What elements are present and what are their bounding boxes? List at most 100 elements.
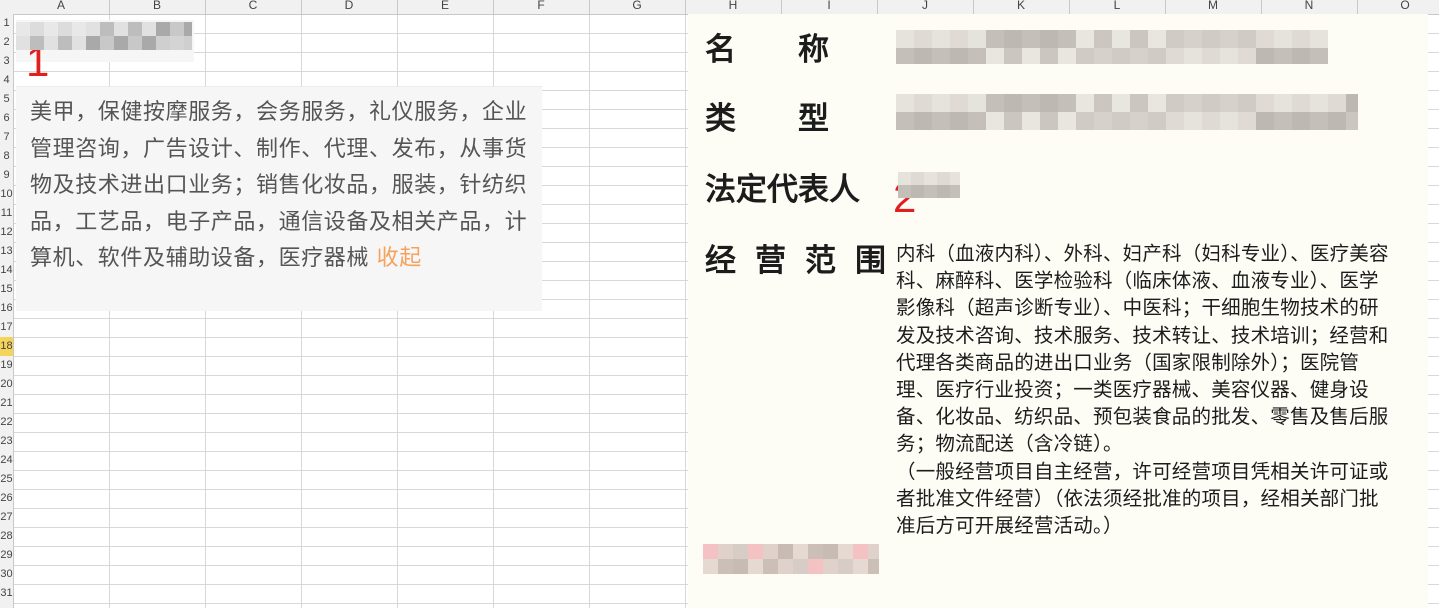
- mosaic-pixel: [1256, 112, 1274, 130]
- row-header-6[interactable]: 6: [0, 109, 13, 128]
- row-header-26[interactable]: 26: [0, 489, 13, 508]
- column-header-k[interactable]: K: [973, 0, 1069, 12]
- row-header-17[interactable]: 17: [0, 318, 13, 337]
- mosaic-pixel: [1346, 94, 1358, 112]
- row-header-10[interactable]: 10: [0, 185, 13, 204]
- mosaic-pixel: [1130, 48, 1148, 64]
- column-header-c[interactable]: C: [205, 0, 301, 12]
- row-header-15[interactable]: 15: [0, 280, 13, 299]
- mosaic-pixel: [868, 544, 879, 559]
- row-header-1[interactable]: 1: [0, 14, 13, 33]
- column-header-l[interactable]: L: [1069, 0, 1165, 12]
- label-business-scope: 经营范围: [705, 243, 905, 279]
- column-header-i[interactable]: I: [781, 0, 877, 12]
- business-scope-text: 美甲，保健按摩服务，会务服务，礼仪服务，企业管理咨询，广告设计、制作、代理、发布…: [30, 100, 528, 272]
- row-header-25[interactable]: 25: [0, 470, 13, 489]
- row-header-13[interactable]: 13: [0, 242, 13, 261]
- mosaic-pixel: [156, 36, 170, 50]
- mosaic-pixel: [1328, 112, 1346, 130]
- column-header-g[interactable]: G: [589, 0, 685, 12]
- row-header-20[interactable]: 20: [0, 375, 13, 394]
- column-header-b[interactable]: B: [109, 0, 205, 12]
- row-header-21[interactable]: 21: [0, 394, 13, 413]
- mosaic-pixel: [1310, 30, 1328, 48]
- mosaic-pixel: [733, 559, 748, 574]
- mosaic-pixel: [1238, 94, 1256, 112]
- mosaic-pixel: [914, 112, 932, 130]
- column-header-j[interactable]: J: [877, 0, 973, 12]
- mosaic-pixel: [1256, 48, 1274, 64]
- column-header-o[interactable]: O: [1357, 0, 1439, 12]
- mosaic-pixel: [1022, 94, 1040, 112]
- mosaic-pixel: [1184, 112, 1202, 130]
- mosaic-pixel: [778, 559, 793, 574]
- mosaic-pixel: [950, 172, 960, 185]
- row-header-30[interactable]: 30: [0, 565, 13, 584]
- row-header-31[interactable]: 31: [0, 584, 13, 603]
- mosaic-pixel: [1112, 30, 1130, 48]
- row-header-28[interactable]: 28: [0, 527, 13, 546]
- mosaic-pixel: [748, 544, 763, 559]
- row-header-19[interactable]: 19: [0, 356, 13, 375]
- mosaic-pixel: [950, 30, 968, 48]
- row-header-27[interactable]: 27: [0, 508, 13, 527]
- row-header-2[interactable]: 2: [0, 33, 13, 52]
- mosaic-pixel: [823, 559, 838, 574]
- mosaic-pixel: [898, 185, 911, 198]
- mosaic-pixel: [896, 48, 914, 64]
- mosaic-pixel: [1004, 112, 1022, 130]
- mosaic-pixel: [1166, 48, 1184, 64]
- mosaic-pixel: [1220, 112, 1238, 130]
- mosaic-pixel: [911, 172, 924, 185]
- mosaic-pixel: [72, 36, 86, 50]
- row-header-14[interactable]: 14: [0, 261, 13, 280]
- row-header-29[interactable]: 29: [0, 546, 13, 565]
- row-header-5[interactable]: 5: [0, 90, 13, 109]
- mosaic-pixel: [114, 22, 128, 36]
- mosaic-pixel: [950, 185, 960, 198]
- mosaic-pixel: [1310, 48, 1328, 64]
- row-header-16[interactable]: 16: [0, 299, 13, 318]
- column-header-a[interactable]: A: [13, 0, 109, 12]
- row-header-23[interactable]: 23: [0, 432, 13, 451]
- column-header-n[interactable]: N: [1261, 0, 1357, 12]
- mosaic-pixel: [1346, 112, 1358, 130]
- mosaic-pixel: [1166, 112, 1184, 130]
- mosaic-pixel: [733, 544, 748, 559]
- mosaic-pixel: [170, 36, 184, 50]
- row-header-22[interactable]: 22: [0, 413, 13, 432]
- row-header-11[interactable]: 11: [0, 204, 13, 223]
- mosaic-pixel: [44, 22, 58, 36]
- mosaic-pixel: [1166, 30, 1184, 48]
- mosaic-pixel: [914, 30, 932, 48]
- mosaic-pixel: [968, 94, 986, 112]
- column-header-d[interactable]: D: [301, 0, 397, 12]
- mosaic-pixel: [703, 544, 718, 559]
- mosaic-pixel: [30, 36, 44, 50]
- mosaic-pixel: [950, 112, 968, 130]
- mosaic-pixel: [718, 544, 733, 559]
- column-header-f[interactable]: F: [493, 0, 589, 12]
- mosaic-pixel: [1022, 112, 1040, 130]
- mosaic-pixel: [1292, 48, 1310, 64]
- collapse-link[interactable]: 收起: [377, 246, 422, 271]
- mosaic-pixel: [16, 36, 30, 50]
- label-legal-representative: 法定代表人: [705, 172, 860, 208]
- row-header-7[interactable]: 7: [0, 128, 13, 147]
- mosaic-pixel: [170, 22, 184, 36]
- column-header-h[interactable]: H: [685, 0, 781, 12]
- row-header-12[interactable]: 12: [0, 223, 13, 242]
- column-header-m[interactable]: M: [1165, 0, 1261, 12]
- column-header-e[interactable]: E: [397, 0, 493, 12]
- mosaic-pixel: [703, 559, 718, 574]
- row-header-4[interactable]: 4: [0, 71, 13, 90]
- row-header-9[interactable]: 9: [0, 166, 13, 185]
- row-header-8[interactable]: 8: [0, 147, 13, 166]
- mosaic-pixel: [968, 30, 986, 48]
- row-header-18[interactable]: 18: [0, 337, 13, 356]
- mosaic-pixel: [1292, 112, 1310, 130]
- mosaic-pixel: [1148, 94, 1166, 112]
- mosaic-pixel: [1076, 112, 1094, 130]
- row-header-3[interactable]: 3: [0, 52, 13, 71]
- row-header-24[interactable]: 24: [0, 451, 13, 470]
